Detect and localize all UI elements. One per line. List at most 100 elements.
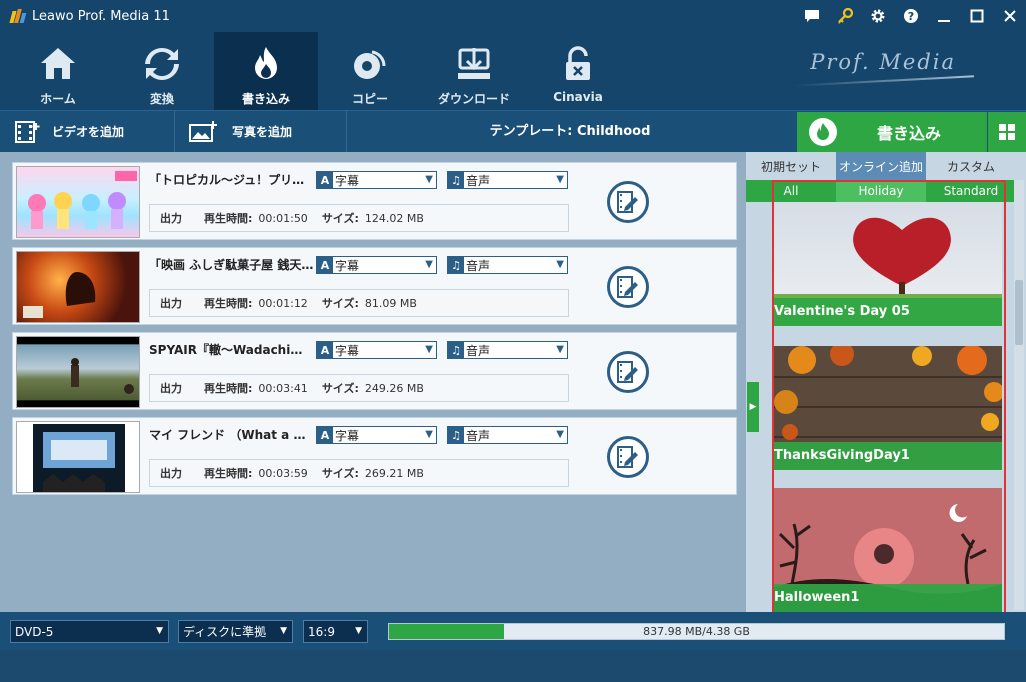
burn-flame-icon xyxy=(255,47,277,79)
size-label: サイズ: xyxy=(321,467,359,480)
help-icon[interactable]: ? xyxy=(894,0,927,32)
duration-value: 00:01:12 xyxy=(258,296,308,310)
subtitle-icon: A xyxy=(317,427,333,443)
panel-toggle-button[interactable]: ▶ xyxy=(747,382,759,432)
size-label: サイズ: xyxy=(321,382,359,395)
svg-text:?: ? xyxy=(907,10,913,23)
duration-value: 00:03:41 xyxy=(258,381,308,395)
grid-icon xyxy=(999,124,1015,140)
audio-dropdown[interactable]: ♫ 音声 ▼ xyxy=(447,171,568,189)
duration-label: 再生時間: xyxy=(204,382,253,395)
audio-dropdown[interactable]: ♫ 音声 ▼ xyxy=(447,426,568,444)
subtitle-dropdown[interactable]: A 字幕 ▼ xyxy=(316,426,437,444)
title-bar: Leawo Prof. Media 11 ? xyxy=(0,0,1026,32)
download-icon xyxy=(458,48,490,79)
subtitle-dropdown[interactable]: A 字幕 ▼ xyxy=(316,341,437,359)
tab-default-set[interactable]: 初期セット xyxy=(746,152,836,180)
nav-cinavia[interactable]: Cinavia xyxy=(526,32,630,110)
main-nav: ホーム 変換 書き込み コピー ダウンロード Cinavia Prof. Med… xyxy=(0,32,1026,110)
chevron-down-icon: ▼ xyxy=(355,626,362,636)
audio-dropdown[interactable]: ♫ 音声 ▼ xyxy=(447,341,568,359)
key-icon[interactable] xyxy=(828,0,861,32)
quality-select[interactable]: ディスクに準拠 ▼ xyxy=(178,620,293,643)
bottom-bar: DVD-5 ▼ ディスクに準拠 ▼ 16:9 ▼ 837.98 MB/4.38 … xyxy=(0,612,1026,650)
nav-download[interactable]: ダウンロード xyxy=(422,32,526,110)
chevron-down-icon: ▼ xyxy=(280,626,287,636)
duration-label: 再生時間: xyxy=(204,297,253,310)
nav-cinavia-label: Cinavia xyxy=(553,90,603,104)
size-value: 249.26 MB xyxy=(364,381,424,395)
tab-online-add[interactable]: オンライン追加 xyxy=(836,152,926,180)
film-edit-icon xyxy=(617,446,638,468)
output-label[interactable]: 出力 xyxy=(160,210,182,226)
film-edit-icon xyxy=(617,276,638,298)
add-photo-button[interactable]: 写真を追加 xyxy=(188,111,292,152)
home-icon xyxy=(41,48,75,79)
nav-convert-label: 変換 xyxy=(149,92,174,106)
edit-video-button[interactable] xyxy=(607,351,649,393)
subtitle-dropdown[interactable]: A 字幕 ▼ xyxy=(316,256,437,274)
edit-video-button[interactable] xyxy=(607,436,649,478)
subtitle-icon: A xyxy=(317,257,333,273)
disc-copy-icon xyxy=(354,50,386,79)
disc-capacity-bar: 837.98 MB/4.38 GB xyxy=(388,623,1005,640)
audio-value: 音声 xyxy=(466,343,491,358)
duration-label: 再生時間: xyxy=(204,212,253,225)
music-note-icon: ♫ xyxy=(448,257,464,273)
template-label[interactable]: テンプレート: Childhood xyxy=(470,111,670,152)
scroll-thumb[interactable] xyxy=(1015,280,1023,345)
nav-copy-label: コピー xyxy=(351,92,388,106)
aspect-ratio-select[interactable]: 16:9 ▼ xyxy=(303,620,368,643)
nav-convert[interactable]: 変換 xyxy=(110,32,214,110)
edit-video-button[interactable] xyxy=(607,266,649,308)
lock-icon xyxy=(566,46,590,80)
audio-dropdown[interactable]: ♫ 音声 ▼ xyxy=(447,256,568,274)
app-title: Leawo Prof. Media 11 xyxy=(32,8,170,24)
brand-logo: Prof. Media xyxy=(810,50,956,74)
grid-view-button[interactable] xyxy=(988,112,1026,152)
tab-custom[interactable]: カスタム xyxy=(926,152,1016,180)
subtitle-value: 字幕 xyxy=(335,258,360,273)
output-label[interactable]: 出力 xyxy=(160,465,182,481)
list-item[interactable]: マイ フレンド （What a be… A 字幕 ▼ ♫ 音声 ▼ 出力 再生時… xyxy=(12,417,737,495)
quality-value: ディスクに準拠 xyxy=(183,625,267,639)
list-item[interactable]: SPYAIR『轍～Wadachi… A 字幕 ▼ ♫ 音声 ▼ 出力 再生時間:… xyxy=(12,332,737,410)
burn-flame-icon xyxy=(809,118,837,146)
gear-icon[interactable] xyxy=(861,0,894,32)
list-item[interactable]: 「映画 ふしぎ駄菓子屋 銭天… A 字幕 ▼ ♫ 音声 ▼ 出力 再生時間: 0… xyxy=(12,247,737,325)
close-icon[interactable] xyxy=(993,0,1026,32)
music-note-icon: ♫ xyxy=(448,172,464,188)
template-scrollbar[interactable] xyxy=(1014,180,1024,610)
add-video-icon xyxy=(15,120,40,143)
video-info: 出力 再生時間: 00:01:12 サイズ: 81.09 MB xyxy=(149,289,569,317)
chevron-down-icon: ▼ xyxy=(425,259,433,270)
video-list: 「トロピカル～ジュ！プリキュア… A 字幕 ▼ ♫ 音声 ▼ 出力 再生時間: … xyxy=(0,152,746,612)
status-bar xyxy=(0,650,1026,682)
chevron-down-icon: ▼ xyxy=(556,174,564,185)
edit-video-button[interactable] xyxy=(607,181,649,223)
output-label[interactable]: 出力 xyxy=(160,380,182,396)
nav-copy[interactable]: コピー xyxy=(318,32,422,110)
chat-icon[interactable] xyxy=(795,0,828,32)
subtitle-dropdown[interactable]: A 字幕 ▼ xyxy=(316,171,437,189)
app-logo-icon xyxy=(9,8,27,24)
nav-burn[interactable]: 書き込み xyxy=(214,32,318,110)
video-thumbnail xyxy=(16,421,140,493)
audio-value: 音声 xyxy=(466,258,491,273)
convert-icon xyxy=(145,48,179,80)
add-video-button[interactable]: ビデオを追加 xyxy=(14,111,124,152)
subtitle-icon: A xyxy=(317,172,333,188)
video-title: マイ フレンド （What a be… xyxy=(149,428,314,442)
size-value: 81.09 MB xyxy=(364,296,417,310)
minimize-icon[interactable] xyxy=(927,0,960,32)
subtitle-icon: A xyxy=(317,342,333,358)
list-item[interactable]: 「トロピカル～ジュ！プリキュア… A 字幕 ▼ ♫ 音声 ▼ 出力 再生時間: … xyxy=(12,162,737,240)
aspect-ratio-value: 16:9 xyxy=(308,624,335,639)
disc-type-select[interactable]: DVD-5 ▼ xyxy=(10,620,169,643)
film-edit-icon xyxy=(617,191,638,213)
film-edit-icon xyxy=(617,361,638,383)
burn-button[interactable]: 書き込み xyxy=(797,112,987,152)
nav-home[interactable]: ホーム xyxy=(6,32,110,110)
maximize-icon[interactable] xyxy=(960,0,993,32)
output-label[interactable]: 出力 xyxy=(160,295,182,311)
